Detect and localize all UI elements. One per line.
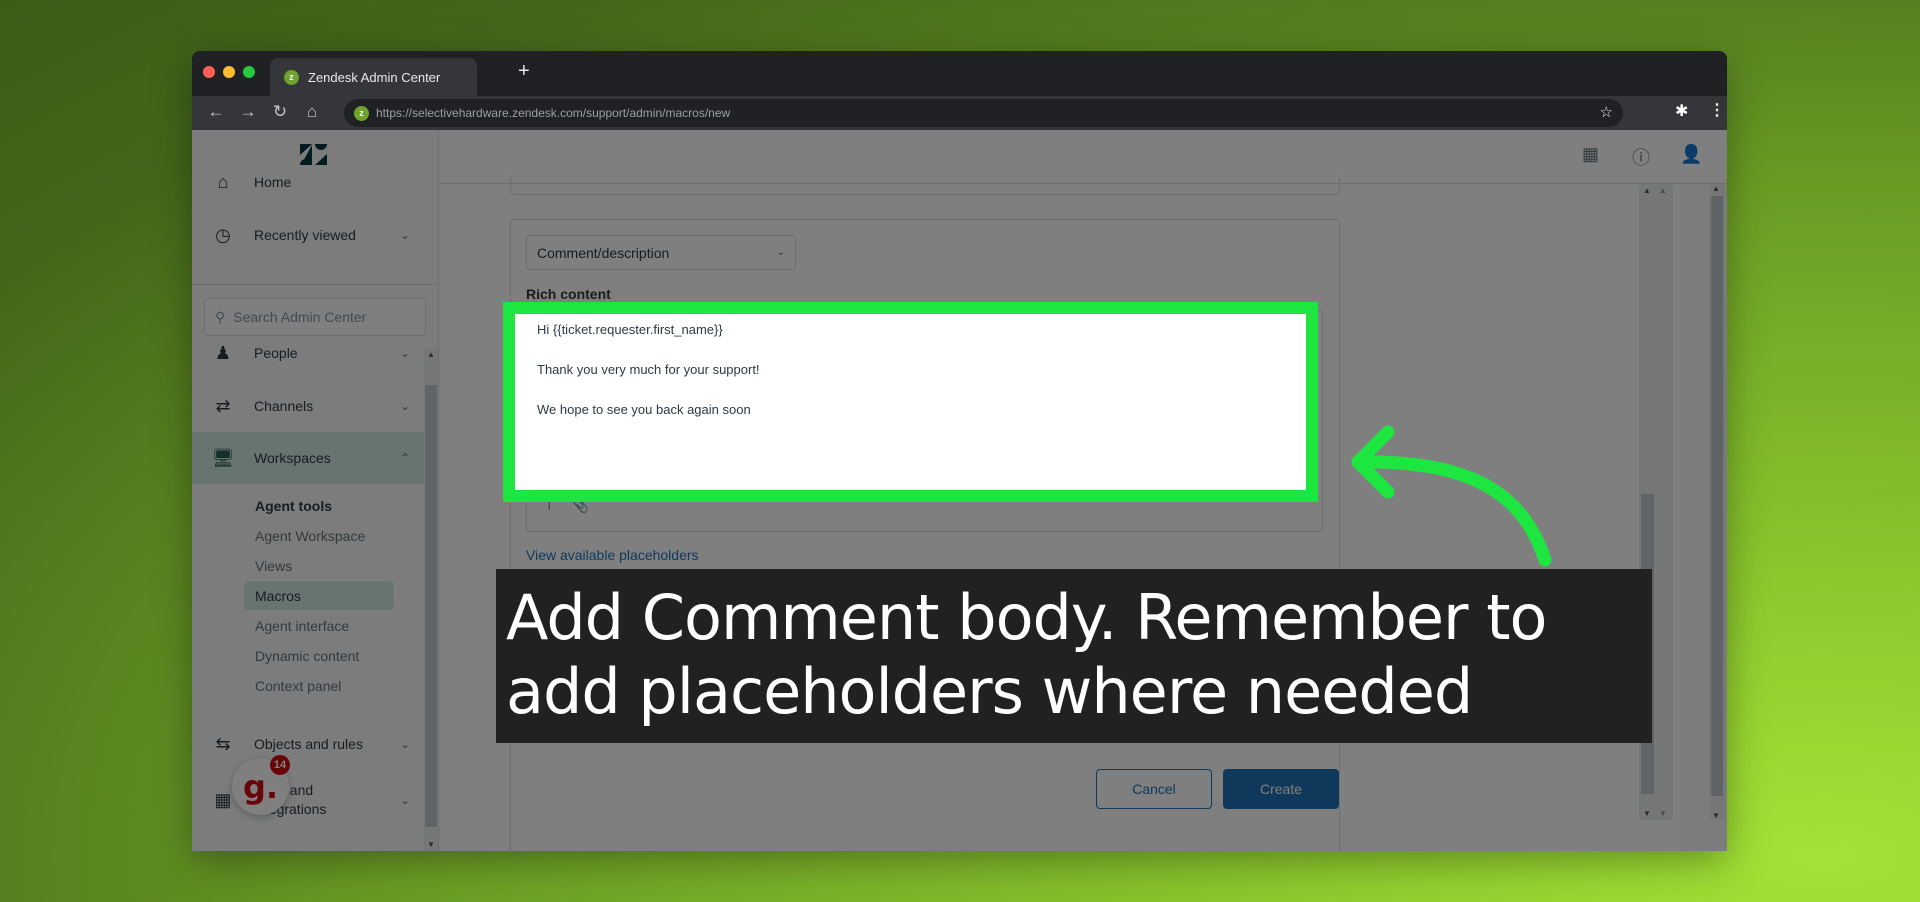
scroll-up-icon[interactable]: ▲ — [1712, 184, 1720, 193]
previous-card-edge — [510, 175, 1340, 195]
chevron-down-icon: ⌄ — [399, 737, 410, 751]
sidebar-item-label: Workspaces — [254, 450, 331, 466]
rich-content-label: Rich content — [526, 286, 611, 302]
scroll-down-icon[interactable]: ▼ — [1659, 809, 1667, 818]
sub-item-macros[interactable]: Macros — [244, 581, 394, 610]
back-arrow-icon[interactable]: ← — [206, 102, 226, 122]
browser-toolbar: ← → ↻ ⌂ z https://selectivehardware.zend… — [192, 96, 1727, 130]
chevron-down-icon: ⌄ — [776, 247, 785, 258]
action-type-select[interactable]: Comment/description ⌄ — [526, 235, 796, 270]
sub-item-context-panel[interactable]: Context panel — [244, 671, 394, 700]
scroll-up-icon[interactable]: ▲ — [1643, 186, 1651, 195]
sidebar-item-objects-rules[interactable]: ⇆ Objects and rules ⌄ — [192, 718, 424, 770]
sidebar-item-label: Objects and rules — [254, 736, 363, 752]
search-placeholder: Search Admin Center — [233, 309, 367, 325]
tab-title: Zendesk Admin Center — [308, 69, 441, 85]
sidebar-divider — [192, 284, 439, 285]
page-scrollbar[interactable]: ▲ ▼ — [1709, 184, 1725, 820]
page-scroll-thumb[interactable] — [1711, 196, 1723, 796]
sidebar-item-recently-viewed[interactable]: ◷ Recently viewed ⌄ — [192, 209, 424, 261]
sub-item-agent-workspace[interactable]: Agent Workspace — [244, 521, 394, 550]
sidebar-item-home[interactable]: ⌂ Home — [192, 156, 424, 208]
monitor-icon: 🖥 — [211, 447, 235, 468]
scroll-up-icon[interactable]: ▲ — [1659, 186, 1667, 195]
highlight-box — [503, 302, 1318, 502]
sidebar-scroll-thumb[interactable] — [425, 385, 437, 827]
sub-item-views[interactable]: Views — [244, 551, 394, 580]
help-icon[interactable]: ⓘ — [1632, 144, 1650, 170]
clock-icon: ◷ — [215, 224, 231, 245]
forward-arrow-icon[interactable]: → — [238, 102, 258, 122]
new-tab-button[interactable]: + — [518, 60, 530, 83]
objects-rules-icon: ⇆ — [215, 733, 231, 754]
sidebar-item-label: People — [254, 345, 298, 361]
sidebar-item-label: Home — [254, 174, 292, 190]
chevron-down-icon: ⌄ — [399, 399, 410, 413]
cancel-button[interactable]: Cancel — [1096, 769, 1212, 809]
zendesk-favicon-icon: z — [284, 69, 299, 85]
chevron-down-icon: ⌄ — [399, 228, 410, 242]
products-grid-icon[interactable]: ▦ — [1582, 144, 1599, 165]
bookmark-star-icon[interactable]: ☆ — [1600, 103, 1613, 121]
channels-icon: ⇄ — [215, 395, 231, 416]
close-window-button[interactable] — [203, 66, 215, 78]
sidebar-item-workspaces[interactable]: 🖥 Workspaces ⌃ — [192, 432, 424, 484]
create-button[interactable]: Create — [1223, 769, 1339, 809]
home-icon: ⌂ — [217, 171, 229, 192]
view-placeholders-link[interactable]: View available placeholders — [526, 547, 699, 563]
site-favicon-icon: z — [354, 105, 369, 121]
reload-icon[interactable]: ↻ — [270, 102, 290, 122]
sub-heading-agent-tools: Agent tools — [255, 497, 332, 514]
scroll-down-icon[interactable]: ▼ — [427, 840, 435, 849]
sidebar-item-people[interactable]: ♟ People ⌄ — [192, 333, 424, 373]
sub-item-dynamic-content[interactable]: Dynamic content — [244, 641, 394, 670]
people-icon: ♟ — [214, 342, 232, 363]
notification-count-badge: 14 — [270, 755, 290, 775]
admin-search-input[interactable]: ⚲ Search Admin Center — [204, 298, 426, 336]
chevron-down-icon: ⌄ — [399, 346, 410, 360]
extensions-puzzle-icon[interactable]: ✱ — [1675, 101, 1688, 121]
maximize-window-button[interactable] — [243, 66, 255, 78]
user-profile-icon[interactable]: 👤 — [1680, 144, 1702, 165]
home-icon[interactable]: ⌂ — [302, 102, 322, 122]
scroll-down-icon[interactable]: ▼ — [1643, 809, 1651, 818]
tutorial-caption: Add Comment body. Remember to add placeh… — [496, 569, 1652, 743]
url-text: https://selectivehardware.zendesk.com/su… — [376, 106, 731, 120]
scroll-down-icon[interactable]: ▼ — [1712, 811, 1720, 820]
sidebar-item-apps-integrations[interactable]: ▦ Apps and integrations ⌄ — [192, 770, 424, 830]
select-value: Comment/description — [537, 244, 670, 261]
minimize-window-button[interactable] — [223, 66, 235, 78]
chevron-up-icon: ⌃ — [399, 451, 410, 465]
sidebar-item-channels[interactable]: ⇄ Channels ⌄ — [192, 380, 424, 432]
tab-bar: z Zendesk Admin Center + — [192, 51, 1727, 96]
address-bar[interactable]: z https://selectivehardware.zendesk.com/… — [344, 99, 1623, 127]
search-icon: ⚲ — [215, 308, 226, 325]
sidebar-item-label: Recently viewed — [254, 227, 356, 243]
sidebar: ⌂ Home ◷ Recently viewed ⌄ ⚲ Search Admi… — [192, 130, 439, 851]
browser-tab[interactable]: z Zendesk Admin Center — [270, 58, 477, 96]
browser-menu-icon[interactable]: ⋮ — [1709, 100, 1725, 120]
scroll-up-icon[interactable]: ▲ — [427, 350, 435, 359]
curved-arrow-icon — [1351, 425, 1552, 567]
sidebar-scrollbar[interactable]: ▲ ▼ — [424, 348, 438, 851]
sub-item-agent-interface[interactable]: Agent interface — [244, 611, 394, 640]
chevron-down-icon: ⌄ — [399, 793, 410, 807]
sidebar-item-label: Channels — [254, 398, 314, 414]
